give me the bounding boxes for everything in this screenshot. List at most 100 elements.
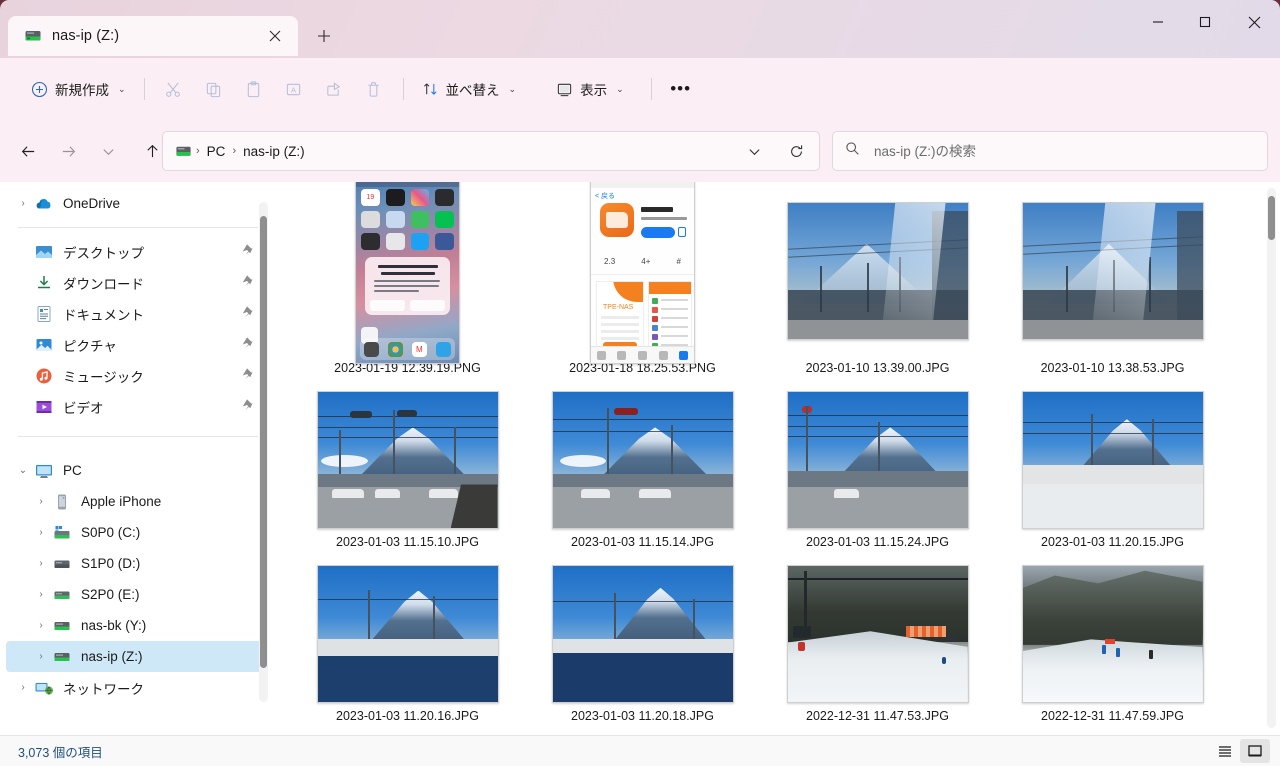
file-item[interactable]: 19 M 2023-01-19 12.39.19.PNG	[290, 182, 525, 386]
rename-button[interactable]: A	[274, 71, 314, 107]
paste-button[interactable]	[234, 71, 274, 107]
file-list-scrollbar[interactable]	[1267, 188, 1276, 728]
more-options-button[interactable]: •••	[661, 71, 701, 107]
file-name: 2023-01-10 13.39.00.JPG	[805, 361, 950, 375]
sidebar-item-label: ピクチャ	[63, 338, 117, 354]
navigation-pane[interactable]: › OneDrive デスクトップ ダウンロード ドキュメント ピクチャ ミュー…	[0, 182, 272, 735]
chevron-down-icon[interactable]: ⌄	[12, 465, 34, 476]
sidebar-item-onedrive[interactable]: › OneDrive	[6, 188, 264, 219]
chevron-right-icon[interactable]: ›	[12, 682, 34, 693]
sidebar-scrollbar[interactable]	[259, 202, 268, 702]
explorer-body: › OneDrive デスクトップ ダウンロード ドキュメント ピクチャ ミュー…	[0, 182, 1280, 735]
minimize-button[interactable]	[1134, 0, 1181, 44]
network-drive-icon	[52, 647, 72, 667]
sidebar-item-s2p0-e[interactable]: › S2P0 (E:)	[6, 579, 264, 610]
new-button-label: 新規作成	[55, 83, 109, 98]
search-input[interactable]	[874, 143, 1255, 159]
file-item[interactable]: 2022-12-31 11.47.53.JPG	[760, 560, 995, 734]
back-button[interactable]	[12, 135, 44, 167]
sidebar-item-documents[interactable]: ドキュメント	[6, 298, 264, 329]
pin-icon[interactable]	[241, 336, 254, 354]
sidebar-item-label: ビデオ	[63, 400, 104, 416]
file-item[interactable]: 2023-01-10 13.39.00.JPG	[760, 182, 995, 386]
large-icons-view-button[interactable]	[1240, 739, 1270, 763]
sidebar-item-videos[interactable]: ビデオ	[6, 391, 264, 422]
breadcrumb-item-pc[interactable]: PC	[201, 141, 232, 162]
pin-icon[interactable]	[241, 398, 254, 416]
file-item[interactable]: 2023-01-03 11.20.18.JPG	[525, 560, 760, 734]
arrow-up-icon	[146, 144, 158, 157]
chevron-right-icon[interactable]: ›	[30, 527, 52, 538]
pictures-icon	[34, 335, 54, 355]
new-tab-button[interactable]	[308, 20, 340, 52]
refresh-button[interactable]	[783, 138, 809, 164]
file-name: 2023-01-03 11.15.10.JPG	[336, 535, 479, 549]
pin-icon[interactable]	[241, 274, 254, 292]
address-bar[interactable]: › PC › nas-ip (Z:)	[162, 131, 820, 171]
new-button[interactable]: 新規作成 ⌄	[22, 72, 135, 106]
sidebar-item-label: OneDrive	[63, 196, 121, 211]
sidebar-item-label: Apple iPhone	[81, 494, 162, 509]
file-thumbnail	[1021, 391, 1204, 529]
sidebar-item-downloads[interactable]: ダウンロード	[6, 267, 264, 298]
file-item[interactable]: < 戻る 2.3 4+ # TPE-NAS 2023-01-18 18.25.5…	[525, 182, 760, 386]
close-icon[interactable]	[262, 23, 288, 49]
sidebar-item-music[interactable]: ミュージック	[6, 360, 264, 391]
close-button[interactable]	[1228, 0, 1280, 44]
chevron-right-icon[interactable]: ›	[30, 496, 52, 507]
pin-icon[interactable]	[241, 305, 254, 323]
network-drive-icon	[175, 143, 192, 160]
videos-icon	[34, 397, 54, 417]
chevron-right-icon[interactable]: ›	[30, 651, 52, 662]
sidebar-item-nas-bk-y[interactable]: › nas-bk (Y:)	[6, 610, 264, 641]
file-thumbnail	[551, 391, 734, 529]
file-item[interactable]: 2023-01-03 11.15.14.JPG	[525, 386, 760, 560]
chevron-right-icon[interactable]: ›	[12, 198, 34, 209]
sidebar-item-s1p0-d[interactable]: › S1P0 (D:)	[6, 548, 264, 579]
file-name: 2023-01-03 11.15.24.JPG	[806, 535, 949, 549]
sidebar-item-network[interactable]: › ネットワーク	[6, 672, 264, 703]
file-name: 2022-12-31 11.47.53.JPG	[806, 709, 949, 723]
share-button[interactable]	[314, 71, 354, 107]
copy-button[interactable]	[194, 71, 234, 107]
file-item[interactable]: 2023-01-03 11.20.15.JPG	[995, 386, 1230, 560]
breadcrumb-dropdown-button[interactable]	[741, 138, 767, 164]
sidebar-item-label: ダウンロード	[63, 276, 144, 292]
sort-button-label: 並べ替え	[445, 83, 500, 98]
recent-locations-button[interactable]	[92, 135, 124, 167]
file-item[interactable]: 2023-01-03 11.15.10.JPG	[290, 386, 525, 560]
sidebar-item-pictures[interactable]: ピクチャ	[6, 329, 264, 360]
breadcrumb-item-nas-ip[interactable]: nas-ip (Z:)	[237, 141, 311, 162]
sort-button[interactable]: 並べ替え ⌄	[413, 72, 526, 106]
chevron-right-icon[interactable]: ›	[30, 620, 52, 631]
sidebar-item-apple-iphone[interactable]: › Apple iPhone	[6, 486, 264, 517]
maximize-button[interactable]	[1181, 0, 1228, 44]
file-item[interactable]: 2023-01-03 11.20.16.JPG	[290, 560, 525, 734]
list-view-icon	[1219, 746, 1231, 757]
sidebar-item-s0p0-c[interactable]: › S0P0 (C:)	[6, 517, 264, 548]
tab-nas-ip[interactable]: nas-ip (Z:)	[8, 16, 298, 56]
chevron-right-icon[interactable]: ›	[30, 558, 52, 569]
file-list-scrollbar-thumb[interactable]	[1268, 196, 1275, 240]
file-item[interactable]: 2022-12-31 11.47.59.JPG	[995, 560, 1230, 734]
chevron-down-icon: ⌄	[616, 83, 624, 94]
sidebar-item-desktop[interactable]: デスクトップ	[6, 236, 264, 267]
view-button[interactable]: 表示 ⌄	[547, 72, 633, 106]
sidebar-scrollbar-thumb[interactable]	[260, 216, 267, 668]
file-name: 2023-01-03 11.20.15.JPG	[1041, 535, 1184, 549]
details-view-button[interactable]	[1210, 739, 1240, 763]
file-list-pane[interactable]: 19 M 2023-01-19 12.39.19.PNG < 戻る 2.3 4+…	[272, 182, 1280, 735]
pin-icon[interactable]	[241, 243, 254, 261]
chevron-right-icon[interactable]: ›	[30, 589, 52, 600]
file-item[interactable]: 2023-01-03 11.15.24.JPG	[760, 386, 995, 560]
search-box[interactable]	[832, 131, 1268, 171]
sidebar-item-nas-ip-z[interactable]: › nas-ip (Z:)	[6, 641, 264, 672]
copy-icon	[206, 82, 221, 97]
sidebar-item-pc[interactable]: ⌄ PC	[6, 455, 264, 486]
delete-button[interactable]	[354, 71, 394, 107]
forward-button[interactable]	[52, 135, 84, 167]
pin-icon[interactable]	[241, 367, 254, 385]
file-item[interactable]: 2023-01-10 13.38.53.JPG	[995, 182, 1230, 386]
cut-button[interactable]	[154, 71, 194, 107]
file-thumbnail: 19 M	[355, 182, 460, 364]
